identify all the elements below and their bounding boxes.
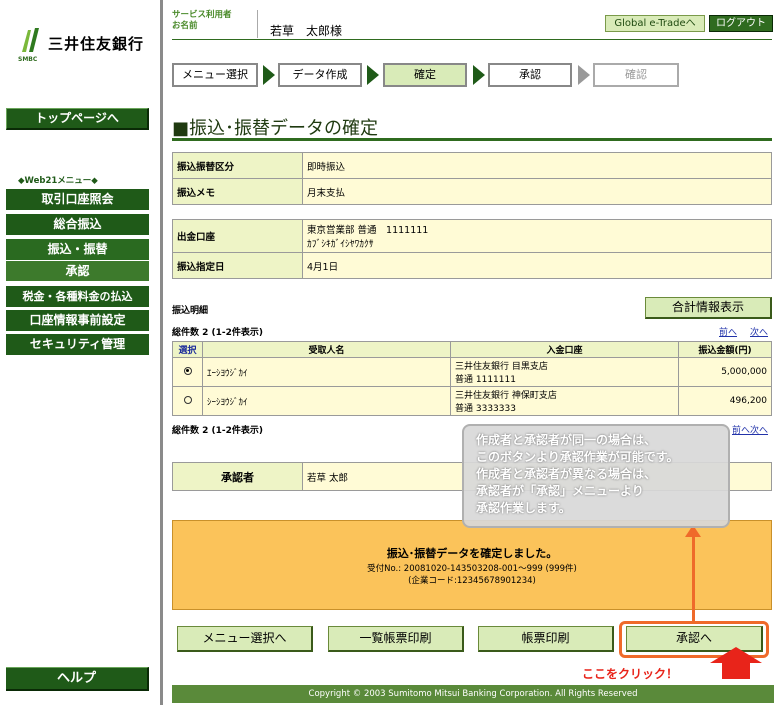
withdraw-account-label: 出金口座: [172, 219, 303, 253]
prev-page-link[interactable]: 前へ: [719, 325, 737, 338]
step-arrow-icon: [473, 65, 485, 85]
transfer-memo-label: 振込メモ: [172, 178, 303, 205]
payee-cell: ｼｰｼﾖｳｼﾞｶｲ: [202, 386, 451, 416]
amount-cell: 496,200: [678, 386, 772, 416]
title-underline: [172, 138, 772, 141]
table-row: 振込メモ 月末支払: [172, 178, 772, 205]
footer-copyright: Copyright © 2003 Sumitomo Mitsui Banking…: [172, 685, 774, 703]
user-name: 若草 太郎様: [270, 24, 343, 38]
step-arrow-icon: [263, 65, 275, 85]
withdraw-account-value: 東京営業部 普通 1111111 ｶﾌﾞｼｷｶﾞｲｼﾔﾜｶｸｻ: [302, 219, 772, 253]
print-button[interactable]: 帳票印刷: [478, 626, 614, 652]
table-row[interactable]: ｼｰｼﾖｳｼﾞｶｲ 三井住友銀行 神保町支店 普通 3333333 496,20…: [172, 386, 772, 416]
brand-name: 三井住友銀行: [48, 35, 145, 53]
user-label-line1: サービス利用者: [172, 10, 232, 20]
bank-cell: 三井住友銀行 神保町支店 普通 3333333: [450, 386, 679, 416]
web21-menu-label: ◆Web21メニュー◆: [18, 176, 98, 186]
sidebar-item-approve[interactable]: 承認: [6, 261, 149, 282]
top-page-button[interactable]: トップページへ: [6, 108, 149, 130]
pointer-arrow-icon: [710, 647, 762, 679]
notice-reception-no: 受付No.: 20081020-143503208-001～999 (999件): [367, 564, 577, 574]
transfer-type-value: 即時振込: [302, 152, 772, 179]
col-amount: 振込金額(円): [678, 341, 772, 358]
transfer-type-label: 振込振替区分: [172, 152, 303, 179]
detail-section-label: 振込明細: [172, 306, 209, 316]
help-button[interactable]: ヘルプ: [6, 667, 149, 691]
user-label-line2: お名前: [172, 21, 198, 31]
transfer-detail-table: 選択 受取人名 入金口座 振込金額(円) ｴｰｼﾖｳｼﾞｶｲ 三井住友銀行 目黒…: [172, 341, 772, 416]
step-check: 確認: [593, 63, 679, 87]
brand-logo[interactable]: 三井住友銀行 SMBC: [18, 26, 158, 66]
list-print-button[interactable]: 一覧帳票印刷: [328, 626, 464, 652]
transfer-info-table: 振込振替区分 即時振込 振込メモ 月末支払: [172, 152, 772, 205]
approver-label: 承認者: [172, 462, 303, 491]
bank-line2: 普通 3333333: [455, 404, 516, 414]
table-header-row: 選択 受取人名 入金口座 振込金額(円): [172, 341, 772, 358]
sidebar-item-security[interactable]: セキュリティ管理: [6, 334, 149, 356]
withdraw-account-line1: 東京営業部 普通 1111111: [307, 225, 429, 236]
sidebar-item-transfer[interactable]: 振込・振替: [6, 239, 149, 261]
step-approve: 承認: [488, 63, 572, 87]
menu-select-button[interactable]: メニュー選択へ: [177, 626, 313, 652]
prev-page-link-bottom[interactable]: 前へ: [732, 423, 750, 436]
sidebar-item-account-inquiry[interactable]: 取引口座照会: [6, 189, 149, 211]
sidebar-divider: [160, 0, 163, 705]
transfer-memo-value: 月末支払: [302, 178, 772, 205]
sidebar-item-bulk-transfer[interactable]: 総合振込: [6, 214, 149, 236]
transfer-date-value: 4月1日: [302, 252, 772, 279]
payee-cell: ｴｰｼﾖｳｼﾞｶｲ: [202, 357, 451, 387]
smbc-logo-icon: [22, 28, 39, 52]
logout-button[interactable]: ログアウト: [709, 15, 773, 32]
next-page-link-bottom[interactable]: 次へ: [750, 423, 768, 436]
help-callout: 作成者と承認者が同一の場合は、 このボタンより承認作業が可能です。 作成者と承認…: [462, 424, 730, 528]
callout-arrow-line: [692, 535, 695, 621]
amount-cell: 5,000,000: [678, 357, 772, 387]
sidebar-item-tax-payment[interactable]: 税金・各種料金の払込: [6, 286, 149, 308]
step-arrow-icon: [578, 65, 590, 85]
table-row: 振込振替区分 即時振込: [172, 152, 772, 179]
callout-line: このボタンより承認作業が可能です。: [476, 450, 679, 464]
sidebar-item-account-settings[interactable]: 口座情報事前設定: [6, 310, 149, 332]
row-select-cell[interactable]: [172, 386, 203, 416]
page-title: ■振込･振替データの確定: [172, 118, 379, 139]
step-arrow-icon: [367, 65, 379, 85]
row-select-cell[interactable]: [172, 357, 203, 387]
withdraw-account-line2: ｶﾌﾞｼｷｶﾞｲｼﾔﾜｶｸｻ: [307, 239, 374, 250]
click-here-label: ここをクリック！: [582, 667, 679, 681]
table-row[interactable]: ｴｰｼﾖｳｼﾞｶｲ 三井住友銀行 目黒支店 普通 1111111 5,000,0…: [172, 357, 772, 387]
notice-title: 振込･振替データを確定しました。: [386, 547, 558, 560]
global-etrade-button[interactable]: Global e-Tradeへ: [605, 15, 705, 32]
bank-line1: 三井住友銀行 目黒支店: [455, 362, 548, 372]
col-bank: 入金口座: [450, 341, 679, 358]
sidebar: 三井住友銀行 SMBC トップページへ ◆Web21メニュー◆ 取引口座照会 総…: [0, 0, 158, 705]
record-count: 総件数 2 (1-2件表示): [172, 328, 264, 338]
next-page-link[interactable]: 次へ: [750, 325, 768, 338]
record-count-bottom: 総件数 2 (1-2件表示): [172, 426, 264, 436]
col-select: 選択: [172, 341, 203, 358]
table-row: 出金口座 東京営業部 普通 1111111 ｶﾌﾞｼｷｶﾞｲｼﾔﾜｶｸｻ: [172, 219, 772, 253]
callout-line: 作成者と承認者が同一の場合は、: [476, 433, 657, 447]
account-info-table: 出金口座 東京営業部 普通 1111111 ｶﾌﾞｼｷｶﾞｲｼﾔﾜｶｸｻ 振込指…: [172, 219, 772, 279]
radio-selected-icon[interactable]: [183, 366, 192, 375]
bank-line1: 三井住友銀行 神保町支店: [455, 391, 557, 401]
step-data-create: データ作成: [278, 63, 362, 87]
callout-line: 承認者が「承認」メニューより: [476, 484, 644, 498]
radio-unselected-icon[interactable]: [183, 395, 192, 404]
notice-company-code: (企業コード:12345678901234): [408, 576, 536, 586]
brand-sub: SMBC: [18, 56, 38, 63]
col-payee: 受取人名: [202, 341, 451, 358]
table-row: 振込指定日 4月1日: [172, 252, 772, 279]
confirmation-notice: 振込･振替データを確定しました。 受付No.: 20081020-1435032…: [172, 520, 772, 610]
transfer-date-label: 振込指定日: [172, 252, 303, 279]
total-info-button[interactable]: 合計情報表示: [645, 297, 772, 319]
header-divider: [172, 39, 772, 40]
callout-line: 作成者と承認者が異なる場合は、: [476, 467, 657, 481]
bank-cell: 三井住友銀行 目黒支店 普通 1111111: [450, 357, 679, 387]
bank-line2: 普通 1111111: [455, 375, 516, 385]
step-confirm: 確定: [383, 63, 467, 87]
user-label: サービス利用者 お名前: [172, 10, 258, 38]
step-menu-select: メニュー選択: [172, 63, 258, 87]
callout-line: 承認作業します。: [476, 501, 571, 515]
